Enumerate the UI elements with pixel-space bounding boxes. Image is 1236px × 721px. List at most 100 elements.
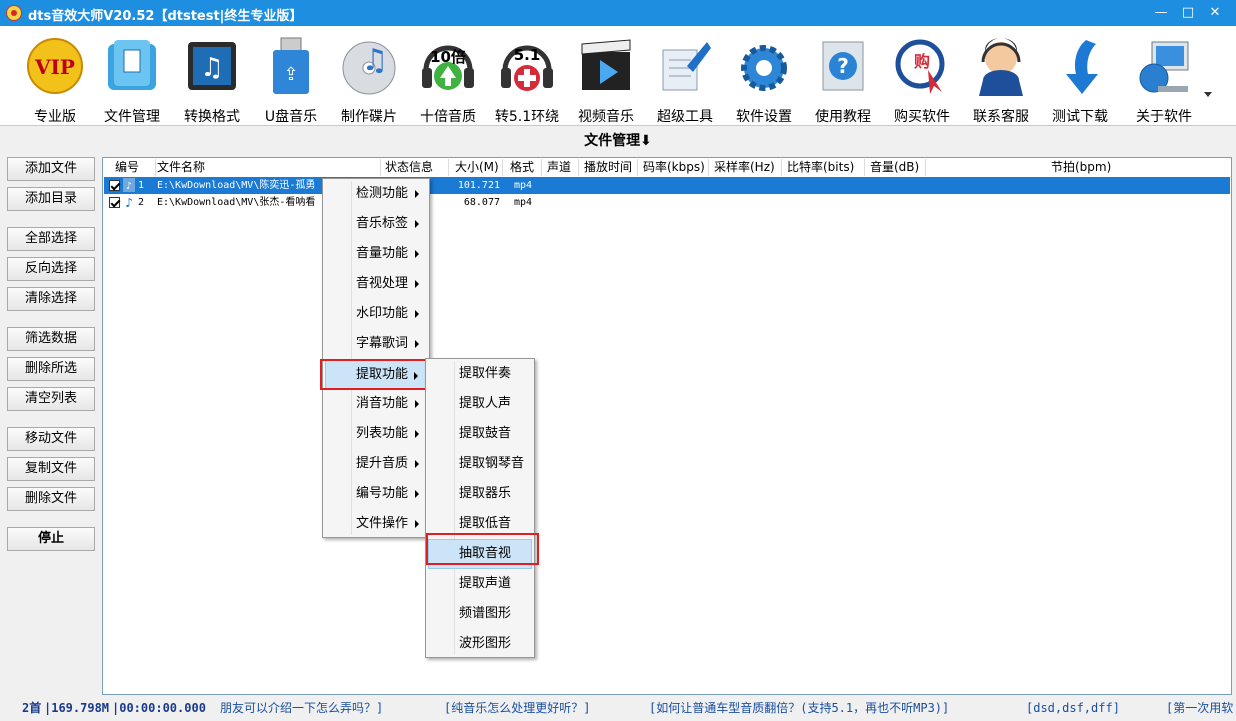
toolbar-tutorial-button[interactable]: ? 使用教程 (807, 32, 879, 125)
column-header-status[interactable]: 状态信息 (381, 159, 449, 176)
clear-select-button[interactable]: 清除选择 (7, 287, 95, 311)
column-header-number[interactable]: 编号 (111, 159, 156, 176)
svg-text:VIP: VIP (34, 55, 75, 79)
clapper-play-icon (581, 39, 631, 90)
filter-data-button[interactable]: 筛选数据 (7, 327, 95, 351)
column-header-bitdepth[interactable]: 比特率(bits) (783, 159, 865, 176)
menu-item-numbering[interactable]: 编号功能 (325, 479, 427, 509)
submenu-arrow-icon (415, 280, 419, 288)
toolbar-settings-button[interactable]: 软件设置 (728, 32, 800, 125)
row-checkbox[interactable] (109, 180, 120, 191)
add-directory-button[interactable]: 添加目录 (7, 187, 95, 211)
menu-item-enhance[interactable]: 提升音质 (325, 449, 427, 479)
toolbar-convert-button[interactable]: ♫ 转换格式 (176, 32, 248, 125)
submenu-arrow-icon (415, 430, 419, 438)
column-header-filename[interactable]: 文件名称 (153, 159, 381, 176)
file-list[interactable]: 编号 文件名称 状态信息 大小(M) 格式 声道 播放时间 码率(kbps) 采… (102, 157, 1232, 695)
toolbar-overflow-icon[interactable] (1204, 92, 1212, 97)
table-row[interactable]: ♪ 1 E:\KwDownload\MV\陈奕迅-孤勇 101.721 mp4 (104, 177, 1230, 194)
music-note-icon: ♫ (188, 42, 236, 90)
toolbar-10x-label: 十倍音质 (420, 109, 476, 125)
column-header-duration[interactable]: 播放时间 (580, 159, 638, 176)
status-tip-1[interactable]: 朋友可以介绍一下怎么弄吗？] (220, 699, 383, 717)
submenu-arrow-icon (415, 520, 419, 528)
toolbar-tutorial-label: 使用教程 (815, 109, 871, 125)
submenu-item-channels[interactable]: 提取声道 (428, 569, 532, 599)
status-tip-2[interactable]: [纯音乐怎么处理更好听？] (444, 699, 590, 717)
submenu-item-vocals[interactable]: 提取人声 (428, 389, 532, 419)
menu-item-list[interactable]: 列表功能 (325, 419, 427, 449)
toolbar-usb-button[interactable]: ⇪ U盘音乐 (255, 32, 327, 125)
menu-item-av-process[interactable]: 音视处理 (325, 269, 427, 299)
toolbar-51-badge: 5.1 (513, 46, 541, 64)
toolbar-super-tools-button[interactable]: 超级工具 (649, 32, 721, 125)
title-bar: dts音效大师V20.52【dtstest|终生专业版】 — □ ✕ (0, 0, 1236, 26)
toolbar-disc-button[interactable]: ♫ 制作碟片 (333, 32, 405, 125)
status-tip-4[interactable]: [dsd,dsf,dff] (1026, 699, 1120, 717)
menu-item-label: 字幕歌词 (356, 336, 409, 351)
table-row[interactable]: ♪ 2 E:\KwDownload\MV\张杰-看呐看 68.077 mp4 (104, 194, 1230, 211)
menu-item-subtitle-lyrics[interactable]: 字幕歌词 (325, 329, 427, 359)
submenu-item-instruments[interactable]: 提取器乐 (428, 479, 532, 509)
submenu-item-piano[interactable]: 提取钢琴音 (428, 449, 532, 479)
move-file-button[interactable]: 移动文件 (7, 427, 95, 451)
toolbar-51-button[interactable]: 5.1 转5.1环绕 (491, 32, 563, 125)
menu-item-label: 消音功能 (356, 396, 409, 411)
help-question-icon: ? (822, 41, 864, 91)
maximize-button[interactable]: □ (1177, 3, 1199, 23)
toolbar-download-button[interactable]: 测试下载 (1044, 32, 1116, 125)
submenu-item-accompaniment[interactable]: 提取伴奏 (428, 359, 532, 389)
submenu-item-drums[interactable]: 提取鼓音 (428, 419, 532, 449)
menu-item-file-ops[interactable]: 文件操作 (325, 509, 427, 539)
minimize-button[interactable]: — (1150, 3, 1172, 23)
column-header-volume[interactable]: 音量(dB) (866, 159, 926, 176)
toolbar-file-manager-label: 文件管理 (104, 109, 160, 125)
gear-icon (741, 45, 787, 91)
add-file-button[interactable]: 添加文件 (7, 157, 95, 181)
clear-list-button[interactable]: 清空列表 (7, 387, 95, 411)
menu-item-volume[interactable]: 音量功能 (325, 239, 427, 269)
menu-item-tags[interactable]: 音乐标签 (325, 209, 427, 239)
menu-item-mute[interactable]: 消音功能 (325, 389, 427, 419)
menu-item-detect[interactable]: 检测功能 (325, 179, 427, 209)
toolbar-vip-button[interactable]: VIP 专业版 (19, 32, 91, 125)
toolbar-10x-button[interactable]: 10倍 十倍音质 (412, 32, 484, 125)
toolbar-video-music-button[interactable]: 视频音乐 (570, 32, 642, 125)
svg-text:♫: ♫ (200, 53, 223, 83)
row-size: 68.077 (463, 197, 500, 208)
toolbar-about-button[interactable]: 关于软件 (1128, 32, 1200, 125)
toolbar-buy-button[interactable]: 购 购买软件 (886, 32, 958, 125)
column-header-channels[interactable]: 声道 (543, 159, 579, 176)
toolbar-buy-badge: 购 (913, 52, 930, 71)
select-all-button[interactable]: 全部选择 (7, 227, 95, 251)
toolbar-contact-button[interactable]: 联系客服 (965, 32, 1037, 125)
submenu-item-waveform[interactable]: 波形图形 (428, 629, 532, 659)
menu-item-label: 提升音质 (356, 456, 409, 471)
column-header-format[interactable]: 格式 (506, 159, 542, 176)
column-header-samplerate[interactable]: 采样率(Hz) (710, 159, 782, 176)
toolbar-file-manager-button[interactable]: 文件管理 (96, 32, 168, 125)
status-tip-3[interactable]: [如何让普通车型音质翻倍？(支持5.1，再也不听MP3)] (649, 699, 949, 717)
column-header-bpm[interactable]: 节拍(bpm) (1047, 159, 1127, 176)
copy-file-button[interactable]: 复制文件 (7, 457, 95, 481)
delete-selected-button[interactable]: 删除所选 (7, 357, 95, 381)
stop-button[interactable]: 停止 (7, 527, 95, 551)
column-header-bitrate[interactable]: 码率(kbps) (639, 159, 709, 176)
invert-select-button[interactable]: 反向选择 (7, 257, 95, 281)
menu-item-watermark[interactable]: 水印功能 (325, 299, 427, 329)
delete-file-button[interactable]: 删除文件 (7, 487, 95, 511)
submenu-arrow-icon (415, 490, 419, 498)
submenu-item-spectrum[interactable]: 频谱图形 (428, 599, 532, 629)
status-count: 2首 (22, 701, 42, 715)
music-file-icon: ♪ (123, 178, 135, 192)
menu-item-label: 文件操作 (356, 516, 409, 531)
toolbar-buy-label: 购买软件 (894, 109, 950, 125)
headphones-51-icon (501, 45, 553, 91)
menu-item-label: 音量功能 (356, 246, 409, 261)
close-button[interactable]: ✕ (1204, 3, 1226, 23)
row-checkbox[interactable] (109, 197, 120, 208)
toolbar-disc-label: 制作碟片 (341, 109, 397, 125)
column-header-size[interactable]: 大小(M) (451, 159, 503, 176)
status-tip-5[interactable]: [第一次用软 (1166, 699, 1233, 717)
toolbar-10x-badge: 10倍 (430, 48, 466, 66)
